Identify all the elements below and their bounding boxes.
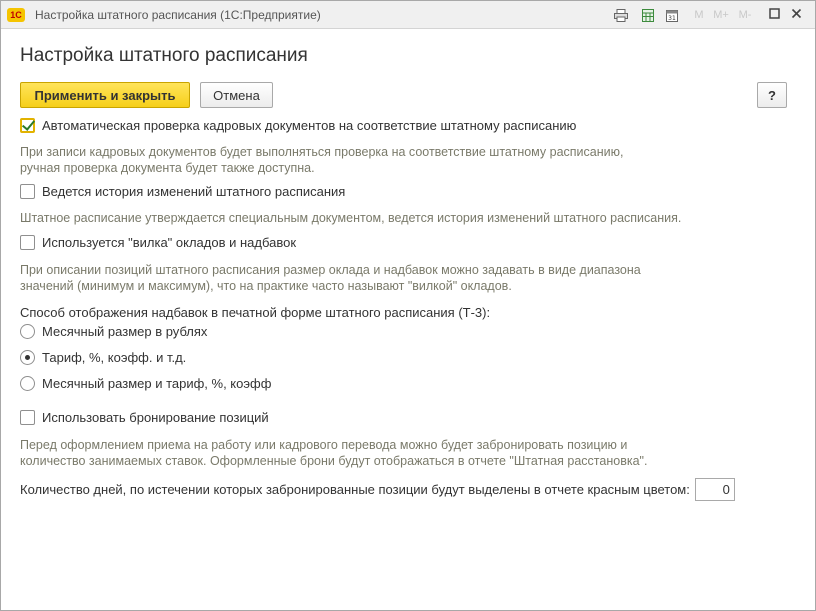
- radio-monthly[interactable]: [20, 324, 35, 339]
- days-label: Количество дней, по истечении которых за…: [20, 482, 690, 497]
- apply-and-close-button[interactable]: Применить и закрыть: [20, 82, 190, 108]
- history-row[interactable]: Ведется история изменений штатного распи…: [20, 184, 345, 199]
- fork-checkbox[interactable]: [20, 235, 35, 250]
- fork-hint: При описании позиций штатного расписания…: [20, 262, 641, 294]
- display-mode-option-monthly[interactable]: Месячный размер в рублях: [20, 324, 207, 339]
- memory-plus-icon: M+: [713, 9, 729, 21]
- svg-text:31: 31: [668, 15, 676, 22]
- auto-check-hint: При записи кадровых документов будет вып…: [20, 144, 623, 176]
- page-title: Настройка штатного расписания: [20, 45, 308, 66]
- spreadsheet-icon[interactable]: [640, 8, 656, 22]
- app-logo-icon: 1С: [7, 8, 25, 22]
- radio-tariff-label: Тариф, %, коэфф. и т.д.: [42, 350, 187, 365]
- radio-monthly-tariff[interactable]: [20, 376, 35, 391]
- booking-hint-line1: Перед оформлением приема на работу или к…: [20, 438, 628, 452]
- settings-window: 1С Настройка штатного расписания (1С:Пре…: [0, 0, 816, 611]
- auto-check-row[interactable]: Автоматическая проверка кадровых докумен…: [20, 118, 576, 133]
- fork-hint-line1: При описании позиций штатного расписания…: [20, 263, 641, 277]
- fork-label: Используется "вилка" окладов и надбавок: [42, 235, 297, 250]
- days-row: Количество дней, по истечении которых за…: [20, 478, 735, 501]
- display-mode-label: Способ отображения надбавок в печатной ф…: [20, 305, 491, 320]
- radio-monthly-tariff-label: Месячный размер и тариф, %, коэфф: [42, 376, 272, 391]
- auto-check-hint-line1: При записи кадровых документов будет вып…: [20, 145, 624, 159]
- booking-row[interactable]: Использовать бронирование позиций: [20, 410, 269, 425]
- auto-check-label: Автоматическая проверка кадровых докумен…: [42, 118, 577, 133]
- memory-minus-icon: M-: [738, 9, 752, 21]
- print-icon[interactable]: [613, 8, 629, 22]
- auto-check-checkbox[interactable]: [20, 118, 35, 133]
- title-bar: 1С Настройка штатного расписания (1С:Пре…: [1, 1, 815, 29]
- history-checkbox[interactable]: [20, 184, 35, 199]
- calendar-icon[interactable]: 31: [664, 8, 680, 22]
- cancel-button[interactable]: Отмена: [200, 82, 273, 108]
- auto-check-hint-line2: ручная проверка документа будет также до…: [20, 161, 315, 175]
- booking-hint: Перед оформлением приема на работу или к…: [20, 437, 647, 469]
- window-title: Настройка штатного расписания (1С:Предпр…: [35, 8, 321, 22]
- history-hint: Штатное расписание утверждается специаль…: [20, 210, 681, 226]
- history-hint-line1: Штатное расписание утверждается специаль…: [20, 211, 682, 225]
- history-label: Ведется история изменений штатного распи…: [42, 184, 346, 199]
- maximize-icon[interactable]: [765, 6, 783, 24]
- display-mode-option-tariff[interactable]: Тариф, %, коэфф. и т.д.: [20, 350, 186, 365]
- booking-hint-line2: количество занимаемых ставок. Оформленны…: [20, 454, 648, 468]
- days-input[interactable]: 0: [694, 478, 735, 501]
- close-icon[interactable]: [787, 6, 805, 24]
- display-mode-option-monthly-tariff[interactable]: Месячный размер и тариф, %, коэфф: [20, 376, 271, 391]
- fork-row[interactable]: Используется "вилка" окладов и надбавок: [20, 235, 296, 250]
- booking-label: Использовать бронирование позиций: [42, 410, 269, 425]
- radio-tariff[interactable]: [20, 350, 35, 365]
- booking-checkbox[interactable]: [20, 410, 35, 425]
- fork-hint-line2: значений (минимум и максимум), что на пр…: [20, 279, 512, 293]
- radio-monthly-label: Месячный размер в рублях: [42, 324, 208, 339]
- memory-m-icon: M: [694, 9, 704, 21]
- help-button[interactable]: ?: [757, 82, 787, 108]
